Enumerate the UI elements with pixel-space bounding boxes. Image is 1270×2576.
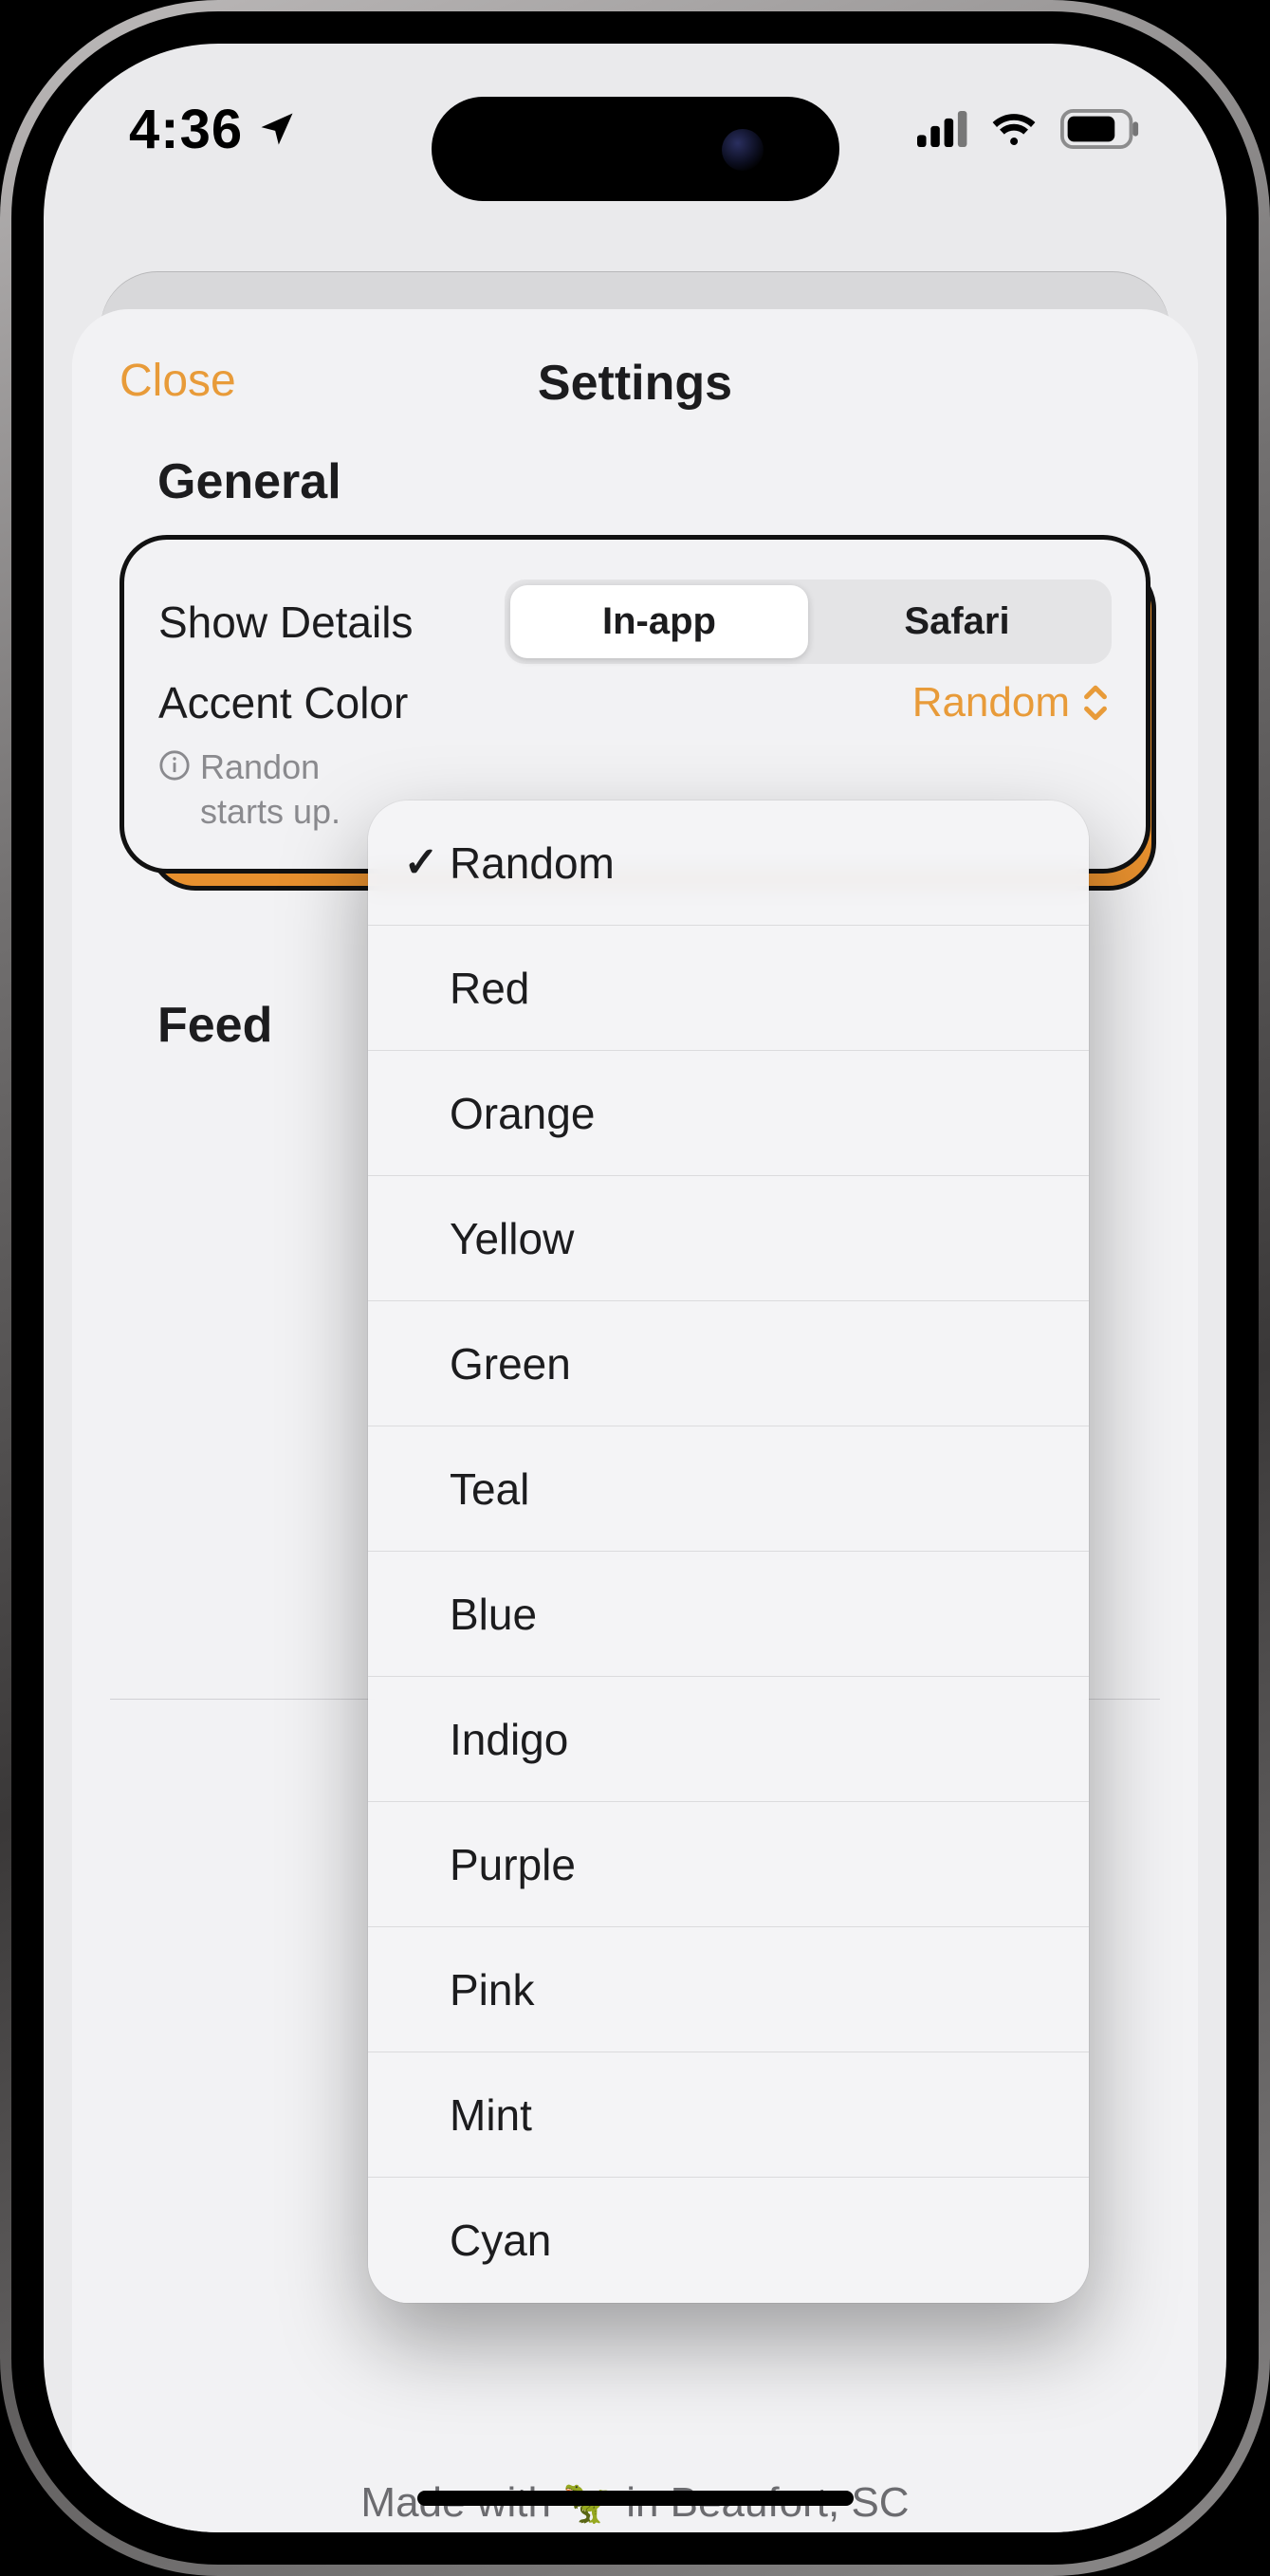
menu-item-mint[interactable]: Mint [368, 2052, 1089, 2178]
status-time-group: 4:36 [129, 98, 298, 161]
menu-item-green[interactable]: Green [368, 1301, 1089, 1426]
sheet-title: Settings [538, 355, 732, 412]
menu-item-indigo[interactable]: Indigo [368, 1677, 1089, 1802]
status-indicators [917, 109, 1141, 149]
device-bezel: 4:36 [11, 11, 1259, 2565]
menu-item-cyan[interactable]: Cyan [368, 2178, 1089, 2303]
status-time: 4:36 [129, 98, 243, 161]
device-frame: 4:36 [0, 0, 1270, 2576]
segment-in-app[interactable]: In-app [510, 585, 808, 658]
menu-item-label: Purple [450, 1839, 576, 1890]
menu-item-pink[interactable]: Pink [368, 1927, 1089, 2052]
menu-item-label: Indigo [450, 1714, 568, 1765]
chevron-up-down-icon [1079, 682, 1112, 724]
menu-item-label: Pink [450, 1964, 534, 2015]
home-indicator[interactable] [417, 2491, 854, 2506]
menu-item-label: Random [450, 837, 615, 889]
check-icon [393, 838, 450, 887]
menu-item-label: Teal [450, 1463, 529, 1515]
battery-icon [1059, 109, 1141, 149]
footnote-text: Randon starts up. [200, 745, 341, 835]
sheet-header: Close Settings [110, 338, 1160, 429]
location-icon [256, 108, 298, 150]
menu-item-teal[interactable]: Teal [368, 1426, 1089, 1552]
menu-item-purple[interactable]: Purple [368, 1802, 1089, 1927]
menu-item-label: Red [450, 963, 529, 1014]
menu-item-red[interactable]: Red [368, 926, 1089, 1051]
menu-item-label: Mint [450, 2089, 532, 2141]
footnote-line1: Randon [200, 747, 320, 786]
cellular-icon [917, 110, 968, 148]
menu-item-label: Blue [450, 1589, 537, 1640]
menu-item-label: Yellow [450, 1213, 574, 1264]
menu-item-label: Cyan [450, 2215, 551, 2266]
accent-color-menu[interactable]: Random Red Orange Yellow Green Teal Blue Indigo… [368, 800, 1089, 2303]
menu-item-orange[interactable]: Orange [368, 1051, 1089, 1176]
show-details-row: Show Details In-app Safari [158, 580, 1112, 664]
menu-item-blue[interactable]: Blue [368, 1552, 1089, 1677]
screen: 4:36 [44, 44, 1226, 2532]
dynamic-island [432, 97, 839, 201]
segment-safari[interactable]: Safari [808, 585, 1106, 658]
accent-color-label: Accent Color [158, 677, 408, 728]
accent-color-value: Random [912, 679, 1070, 727]
section-general-title: General [157, 453, 1160, 510]
feedback-title-text: Feed [157, 998, 272, 1053]
accent-color-picker[interactable]: Random [912, 679, 1112, 727]
info-icon [158, 749, 191, 782]
accent-color-row: Accent Color Random [158, 677, 1112, 728]
menu-item-yellow[interactable]: Yellow [368, 1176, 1089, 1301]
show-details-label: Show Details [158, 597, 413, 648]
menu-item-random[interactable]: Random [368, 800, 1089, 926]
menu-item-label: Green [450, 1338, 571, 1389]
footnote-line2: starts up. [200, 792, 341, 831]
show-details-segmented[interactable]: In-app Safari [505, 580, 1112, 664]
menu-item-label: Orange [450, 1088, 595, 1139]
wifi-icon [989, 110, 1039, 148]
close-button[interactable]: Close [120, 355, 236, 407]
